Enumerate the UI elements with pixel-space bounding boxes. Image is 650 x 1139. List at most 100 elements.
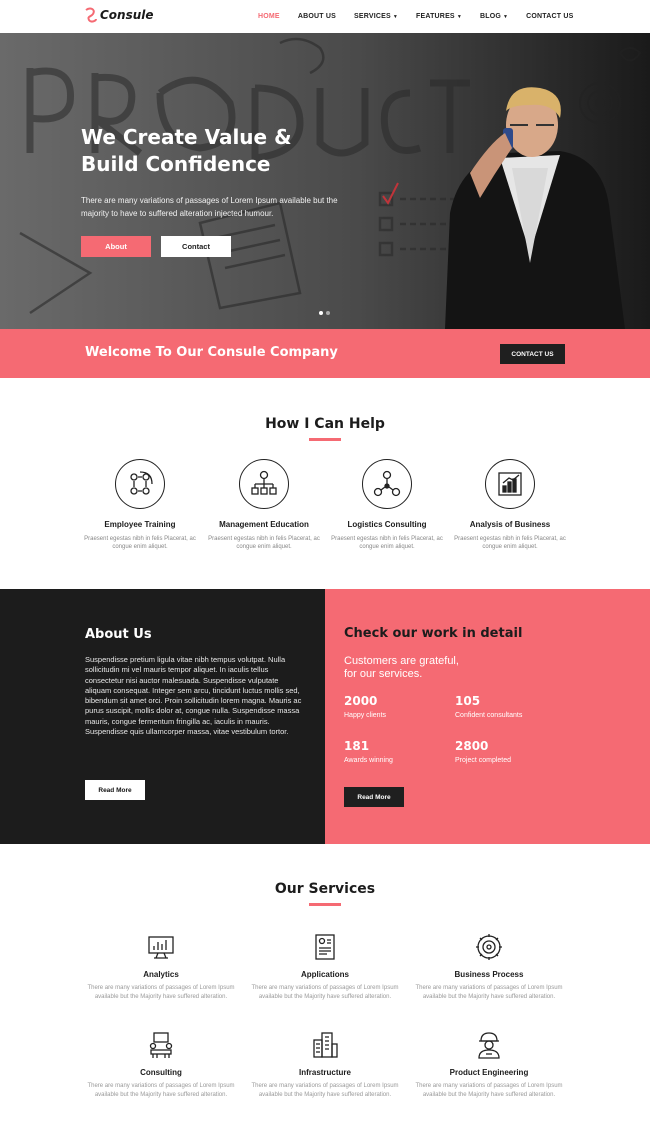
about-text: Suspendisse pretium ligula vitae nibh te…	[85, 655, 302, 737]
help-item-title: Employee Training	[104, 520, 176, 529]
work-subtitle-line2: for our services.	[344, 668, 423, 680]
service-analytics[interactable]: Analytics There are many variations of p…	[86, 932, 236, 1001]
hero-title-line2: Build Confidence	[81, 152, 271, 176]
nav-services-label: SERVICES	[353, 13, 391, 20]
top-navbar: Consule HOME ABOUT US SERVICES ▼ FEATURES…	[0, 0, 650, 33]
service-desc: There are many variations of passages of…	[87, 985, 235, 1000]
hero-title-line1: We Create Value &	[81, 125, 292, 149]
work-title: Check our work in detail	[344, 626, 523, 641]
service-desc: There are many variations of passages of…	[415, 1083, 563, 1098]
help-item-title: Analysis of Business	[469, 520, 551, 529]
main-menu: HOME ABOUT US SERVICES ▼ FEATURES ▼ BLOG ▼ …	[258, 0, 592, 33]
help-item-training[interactable]: Employee Training Praesent egestas nibh …	[80, 459, 200, 551]
analytics-icon	[146, 932, 176, 962]
stat-projects: 2800 Project completed	[455, 739, 511, 764]
help-item-desc: Praesent egestas nibh in felis Placerat,…	[454, 536, 566, 550]
help-title-underline	[309, 438, 341, 441]
help-item-management[interactable]: Management Education Praesent egestas ni…	[204, 459, 324, 551]
gear-icon	[474, 932, 504, 962]
stat-number: 181	[344, 739, 370, 753]
hero-description: There are many variations of passages of…	[81, 196, 338, 218]
training-icon	[115, 459, 165, 509]
work-subtitle: Customers are grateful, for our services…	[344, 655, 459, 681]
service-title: Applications	[300, 970, 349, 979]
help-item-logistics[interactable]: Logistics Consulting Praesent egestas ni…	[327, 459, 447, 551]
help-section-title: How I Can Help	[265, 416, 385, 432]
services-section-title: Our Services	[274, 881, 376, 897]
service-desc: There are many variations of passages of…	[87, 1083, 235, 1098]
service-title: Infrastructure	[298, 1068, 351, 1077]
engineer-icon	[474, 1030, 504, 1060]
about-read-more-button[interactable]: Read More	[85, 780, 145, 800]
network-icon	[362, 459, 412, 509]
stat-number: 2800	[455, 739, 489, 753]
stat-label: Project completed	[455, 757, 512, 764]
nav-blog[interactable]: BLOG ▼	[480, 13, 508, 20]
stat-label: Happy clients	[344, 712, 387, 719]
chevron-down-icon: ▼	[392, 13, 398, 20]
service-applications[interactable]: Applications There are many variations o…	[250, 932, 400, 1001]
about-button[interactable]: About	[81, 236, 151, 257]
nav-contact-label: CONTACT US	[526, 13, 574, 20]
stat-happy-clients: 2000 Happy clients	[344, 694, 386, 719]
logo-icon	[84, 7, 98, 23]
chevron-down-icon: ▼	[456, 13, 462, 20]
hero-slider: We Create Value & Build Confidence There…	[0, 33, 650, 329]
nav-features[interactable]: FEATURES ▼	[416, 13, 462, 20]
logo[interactable]: Consule	[84, 7, 154, 23]
about-section: About Us Suspendisse pretium ligula vita…	[0, 589, 325, 844]
contact-button[interactable]: Contact	[161, 236, 231, 257]
work-read-more-button[interactable]: Read More	[344, 787, 404, 807]
service-title: Analytics	[143, 970, 179, 979]
slider-dots	[319, 311, 330, 315]
building-icon	[310, 1030, 340, 1060]
nav-about-label: ABOUT US	[297, 13, 336, 20]
nav-home[interactable]: HOME	[258, 13, 280, 20]
service-consulting[interactable]: Consulting There are many variations of …	[86, 1030, 236, 1099]
service-product-engineering[interactable]: Product Engineering There are many varia…	[414, 1030, 564, 1099]
org-chart-icon	[239, 459, 289, 509]
bar-chart-icon	[485, 459, 535, 509]
stat-awards: 181 Awards winning	[344, 739, 393, 764]
hero-title: We Create Value & Build Confidence	[81, 124, 292, 178]
service-title: Product Engineering	[449, 1068, 529, 1077]
logo-text: Consule	[100, 8, 154, 22]
nav-contact[interactable]: CONTACT US	[526, 13, 573, 20]
stat-label: Awards winning	[344, 757, 393, 764]
service-title: Business Process	[454, 970, 524, 979]
service-desc: There are many variations of passages of…	[251, 1083, 399, 1098]
help-item-desc: Praesent egestas nibh in felis Placerat,…	[331, 536, 443, 550]
nav-home-label: HOME	[258, 13, 280, 20]
welcome-contact-button[interactable]: CONTACT US	[500, 344, 565, 364]
chevron-down-icon: ▼	[503, 13, 509, 20]
service-desc: There are many variations of passages of…	[251, 985, 399, 1000]
service-desc: There are many variations of passages of…	[415, 985, 563, 1000]
stat-consultants: 105 Confident consultants	[455, 694, 522, 719]
help-item-desc: Praesent egestas nibh in felis Placerat,…	[208, 536, 320, 550]
help-item-title: Management Education	[219, 520, 309, 529]
service-infrastructure[interactable]: Infrastructure There are many variations…	[250, 1030, 400, 1099]
services-title-underline	[309, 903, 341, 906]
hero-background-image	[0, 33, 650, 329]
applications-icon	[310, 932, 340, 962]
work-section: Check our work in detail Customers are g…	[325, 589, 650, 844]
stat-number: 2000	[344, 694, 378, 708]
slider-dot-1[interactable]	[319, 311, 323, 315]
nav-blog-label: BLOG	[479, 13, 501, 20]
welcome-banner: Welcome To Our Consule Company CONTACT U…	[0, 329, 650, 378]
service-title: Consulting	[140, 1068, 182, 1077]
service-business-process[interactable]: Business Process There are many variatio…	[414, 932, 564, 1001]
welcome-text: Welcome To Our Consule Company	[85, 345, 338, 360]
nav-features-label: FEATURES	[416, 13, 455, 20]
slider-dot-2[interactable]	[326, 311, 330, 315]
help-item-desc: Praesent egestas nibh in felis Placerat,…	[84, 536, 196, 550]
stat-label: Confident consultants	[455, 712, 523, 719]
help-item-analysis[interactable]: Analysis of Business Praesent egestas ni…	[450, 459, 570, 551]
about-title: About Us	[85, 627, 152, 642]
help-item-title: Logistics Consulting	[347, 520, 427, 529]
work-subtitle-line1: Customers are grateful,	[344, 655, 459, 667]
stat-number: 105	[455, 694, 481, 708]
nav-about[interactable]: ABOUT US	[298, 13, 336, 20]
nav-services[interactable]: SERVICES ▼	[354, 13, 398, 20]
meeting-icon	[146, 1030, 176, 1060]
